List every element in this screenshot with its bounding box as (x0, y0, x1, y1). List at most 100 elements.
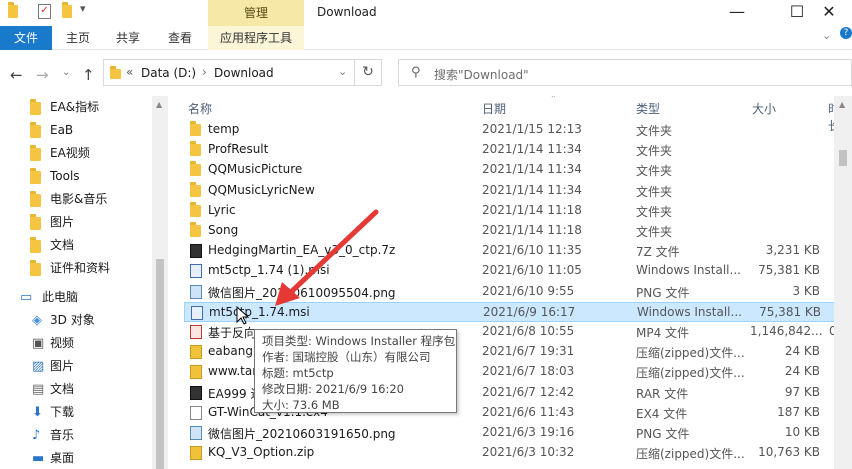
nav-item[interactable]: ▨ 图片 (0, 355, 152, 378)
nav-item-label: EA视频 (50, 146, 90, 160)
nav-item[interactable]: EA&指标 (0, 96, 152, 119)
breadcrumb-chevron-icon[interactable]: › (202, 65, 207, 79)
file-row[interactable]: temp 2021/1/15 12:13 文件夹 (184, 120, 834, 140)
file-row[interactable]: QQMusicPicture 2021/1/14 11:34 文件夹 (184, 160, 834, 180)
file-size: 75,381 KB (758, 263, 820, 278)
file-name: KQ_V3_Option.zip (208, 445, 315, 460)
breadcrumb-data-drive[interactable]: Data (D:) (141, 66, 196, 80)
address-bar[interactable]: « Data (D:) › Download ⌄ (103, 59, 355, 86)
nav-item[interactable]: EaB (0, 119, 152, 142)
nav-item-label: 视频 (50, 336, 75, 350)
file-date: 2021/1/14 11:18 (482, 223, 582, 237)
file-date: 2021/6/6 11:43 (482, 404, 575, 419)
back-arrow-icon[interactable]: ← (10, 66, 23, 84)
scroll-up-icon[interactable]: ▲ (839, 100, 845, 109)
file-date: 2021/1/14 11:18 (482, 202, 582, 217)
nav-item[interactable]: 证件和资料 (0, 257, 152, 280)
tab-file[interactable]: 文件 (0, 26, 52, 50)
minimize-button[interactable]: — (714, 0, 760, 26)
search-input[interactable]: ⚲ 搜索"Download" (398, 59, 852, 86)
mouse-cursor-icon (236, 306, 250, 325)
file-date: 2021/6/7 12:42 (482, 384, 575, 399)
nav-item-label: 图片 (50, 359, 75, 373)
scrollbar-thumb[interactable] (839, 150, 847, 166)
downloads-icon: ⬇ (32, 405, 43, 420)
help-icon[interactable]: ? (840, 27, 852, 39)
file-row[interactable]: HedgingMartin_EA_v3_0_ctp.7z 2021/6/10 11… (184, 241, 834, 261)
file-row[interactable]: 微信图片_20210603191650.png 2021/6/3 19:16 PNG… (184, 423, 834, 443)
column-header-type[interactable]: 类型 (636, 100, 660, 117)
expand-ribbon-icon[interactable]: ⌄ (822, 29, 831, 42)
nav-item-label: 音乐 (50, 428, 75, 442)
file-date: 2021/1/14 11:34 (482, 162, 582, 177)
ribbon-tab-row: 文件 主页 共享 查看 应用程序工具 ⌄ ? (0, 26, 852, 50)
refresh-button[interactable]: ↻ (355, 59, 382, 86)
desktop-icon: ▬ (32, 451, 45, 466)
file-row[interactable]: QQMusicLyricNew 2021/1/14 11:34 文件夹 (184, 181, 834, 201)
file-name: ProfResult (208, 142, 269, 157)
tab-home[interactable]: 主页 (56, 26, 100, 50)
file-name: mt5ctp_1.74 (1).msi (208, 263, 330, 278)
7z-icon (190, 244, 202, 259)
file-date: 2021/1/15 12:13 (482, 122, 582, 136)
nav-item[interactable]: ▭ 此电脑 (0, 286, 152, 309)
file-type: Windows Install... (636, 263, 741, 278)
column-header-size[interactable]: 大小 (752, 100, 776, 117)
address-dropdown-icon[interactable]: ⌄ (338, 65, 347, 78)
msi-icon (191, 305, 203, 320)
file-date: 2021/6/10 11:35 (482, 243, 582, 258)
file-list-scrollbar[interactable]: ▲ (834, 96, 852, 469)
forward-arrow-icon[interactable]: → (36, 66, 49, 84)
column-header-date[interactable]: 日期 (482, 100, 506, 117)
recent-locations-icon[interactable]: ⌄ (62, 67, 70, 78)
nav-pane-scrollbar[interactable]: ▲ (152, 96, 168, 469)
search-icon: ⚲ (411, 65, 421, 80)
file-size: 1,146,842... (750, 324, 823, 338)
tooltip-author: 作者: 国瑞控股（山东）有限公司 (262, 350, 431, 364)
file-name: mt5ctp_1.74.msi (209, 304, 310, 319)
tab-view[interactable]: 查看 (158, 26, 202, 50)
nav-item[interactable]: ▬ 桌面 (0, 447, 152, 469)
file-row[interactable]: Song 2021/1/14 11:18 文件夹 (184, 221, 834, 241)
nav-item[interactable]: EA视频 (0, 142, 152, 165)
nav-item[interactable]: ▣ 视频 (0, 332, 152, 355)
nav-item-label: 证件和资料 (50, 261, 111, 275)
file-row[interactable]: ProfResult 2021/1/14 11:34 文件夹 (184, 140, 834, 160)
column-header-name[interactable]: 名称 (188, 100, 212, 117)
file-row[interactable]: mt5ctp_1.74 (1).msi 2021/6/10 11:05 Window… (184, 261, 834, 281)
nav-item[interactable]: ◈ 3D 对象 (0, 309, 152, 332)
nav-item-label: 文档 (50, 238, 75, 252)
this-pc-icon: ▭ (20, 290, 33, 305)
nav-item[interactable]: ♪ 音乐 (0, 424, 152, 447)
nav-item[interactable]: 图片 (0, 211, 152, 234)
up-arrow-icon[interactable]: ↑ (82, 66, 95, 84)
file-size: 24 KB (784, 364, 820, 379)
close-button[interactable]: ✕ (806, 0, 852, 26)
file-row[interactable]: mt5ctp_1.74.msi 2021/6/9 16:17 Windows Ins… (184, 301, 834, 322)
file-date: 2021/1/14 11:34 (482, 142, 582, 157)
scrollbar-thumb[interactable] (156, 259, 164, 469)
nav-item[interactable]: Tools (0, 165, 152, 188)
breadcrumb-download[interactable]: Download (214, 66, 274, 80)
address-overflow[interactable]: « (126, 65, 133, 79)
file-size: 187 KB (777, 404, 820, 419)
title-bar: ✓ ▾ 管理 Download — ☐ ✕ (0, 0, 852, 26)
file-row[interactable]: Lyric 2021/1/14 11:18 文件夹 (184, 201, 834, 221)
nav-item[interactable]: 文档 (0, 234, 152, 257)
nav-item[interactable]: 电影&音乐 (0, 188, 152, 211)
file-date: 2021/6/9 16:17 (483, 304, 576, 319)
nav-item[interactable]: ▤ 文档 (0, 378, 152, 401)
nav-item[interactable]: ⬇ 下载 (0, 401, 152, 424)
file-row[interactable]: 微信图片_20210610095504.png 2021/6/10 9:55 PNG… (184, 282, 834, 302)
tab-app-tools[interactable]: 应用程序工具 (208, 26, 304, 50)
manage-context-tab[interactable]: 管理 (208, 0, 304, 26)
properties-icon[interactable]: ✓ (38, 4, 51, 19)
new-folder-icon[interactable] (62, 2, 72, 21)
tab-share[interactable]: 共享 (106, 26, 150, 50)
file-name: HedgingMartin_EA_v3_0_ctp.7z (208, 243, 396, 258)
quick-access-dropdown-icon[interactable]: ▾ (80, 2, 86, 15)
file-type: 压缩(zipped)文件... (636, 366, 745, 381)
file-row[interactable]: KQ_V3_Option.zip 2021/6/3 10:32 压缩(zipped)… (184, 443, 834, 463)
scroll-up-icon[interactable]: ▲ (156, 100, 162, 109)
nav-item-label: Tools (50, 169, 80, 183)
